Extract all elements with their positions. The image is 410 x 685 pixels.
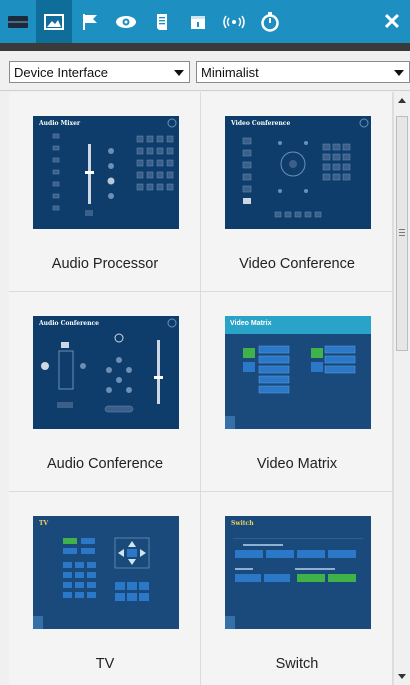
scrollbar-thumb[interactable] (396, 116, 408, 351)
eye-icon (116, 15, 136, 28)
filter-bar: Device Interface Minimalist (0, 51, 410, 91)
layout-icon (8, 15, 28, 28)
chevron-down-icon (394, 70, 404, 76)
flag-button[interactable] (72, 0, 108, 43)
chevron-down-icon (174, 70, 184, 76)
template-label: TV (95, 656, 115, 672)
template-thumbnail: Video Matrix (225, 316, 371, 429)
broadcast-icon (223, 15, 245, 28)
template-label: Video Matrix (256, 456, 338, 472)
category-select-value: Device Interface (14, 65, 108, 80)
image-icon (44, 13, 64, 30)
close-icon: ✕ (382, 8, 402, 34)
document-icon (157, 13, 167, 30)
template-label: Audio Processor (51, 256, 159, 272)
template-picker-panel: ✕ Device Interface Minimalist Audio Mixe… (0, 0, 410, 685)
template-thumbnail: TV (33, 516, 179, 629)
template-label: Audio Conference (46, 456, 164, 472)
layout-button[interactable] (0, 0, 36, 43)
template-tile-video-matrix[interactable]: Video Matrix Video Matrix (201, 292, 393, 492)
template-thumbnail: Video Conference (225, 116, 371, 229)
template-tile-audio-processor[interactable]: Audio Mixer Audio Processor (9, 92, 201, 292)
template-label: Switch (275, 656, 319, 672)
template-tile-tv[interactable]: TV TV (9, 492, 201, 685)
toolbar: ✕ (0, 0, 410, 43)
template-thumbnail: Switch (225, 516, 371, 629)
flag-icon (83, 13, 97, 30)
document-button[interactable] (144, 0, 180, 43)
close-button[interactable]: ✕ (374, 0, 410, 43)
grip-icon (399, 229, 405, 230)
scroll-down-icon[interactable] (398, 674, 406, 679)
template-label: Video Conference (239, 256, 355, 272)
template-tile-audio-conference[interactable]: Audio Conference Audio Conference (9, 292, 201, 492)
template-grid: Audio Mixer Audio Processor Video Confer… (9, 92, 393, 685)
category-select[interactable]: Device Interface (9, 61, 190, 83)
vertical-scrollbar[interactable] (393, 92, 410, 685)
scroll-up-icon[interactable] (398, 98, 406, 103)
broadcast-button[interactable] (216, 0, 252, 43)
style-select[interactable]: Minimalist (196, 61, 410, 83)
calendar-icon (191, 15, 205, 29)
toolbar-divider (0, 43, 410, 51)
image-button[interactable] (36, 0, 72, 43)
template-tile-video-conference[interactable]: Video Conference Video Conference (201, 92, 393, 292)
style-select-value: Minimalist (201, 65, 259, 80)
template-thumbnail: Audio Conference (33, 316, 179, 429)
template-thumbnail: Audio Mixer (33, 116, 179, 229)
timer-button[interactable] (252, 0, 288, 43)
preview-button[interactable] (108, 0, 144, 43)
calendar-button[interactable] (180, 0, 216, 43)
template-tile-switch[interactable]: Switch Switch (201, 492, 393, 685)
stopwatch-icon (261, 11, 279, 32)
